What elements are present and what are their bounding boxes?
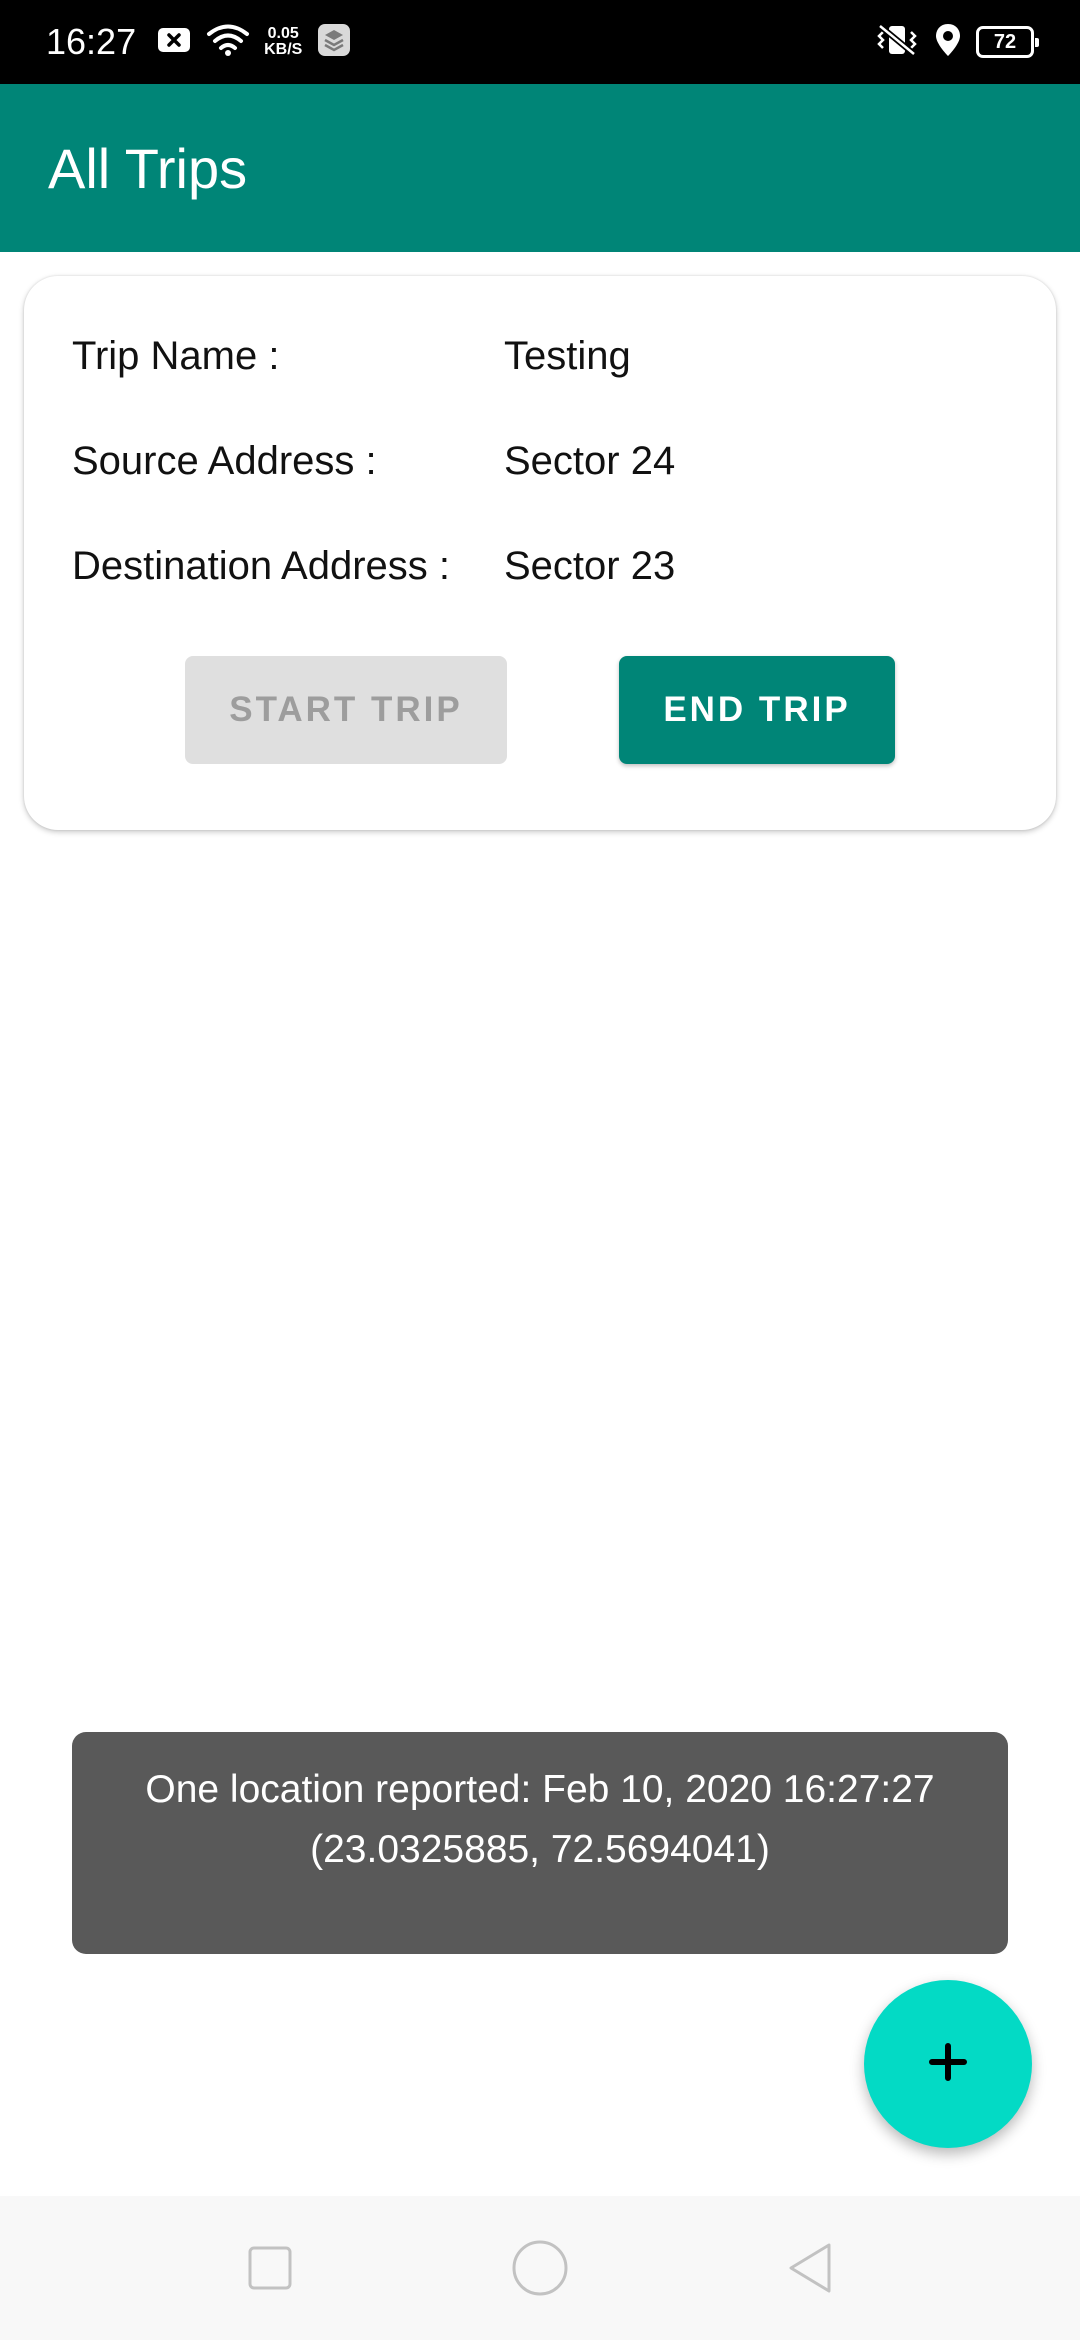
destination-address-label: Destination Address : bbox=[72, 543, 450, 588]
home-icon bbox=[511, 2239, 569, 2302]
location-icon bbox=[934, 22, 962, 63]
destination-address-value: Sector 23 bbox=[504, 543, 676, 588]
app-stack-icon bbox=[316, 22, 352, 63]
trip-name-label: Trip Name : bbox=[72, 333, 280, 378]
app-bar: All Trips bbox=[0, 84, 1080, 252]
toast-line-2: (23.0325885, 72.5694041) bbox=[310, 1828, 770, 1871]
status-bar: 16:27 0.05 KB/S 72 bbox=[0, 0, 1080, 84]
toast-line-1: One location reported: Feb 10, 2020 16:2… bbox=[145, 1768, 935, 1811]
recents-button[interactable] bbox=[240, 2240, 300, 2300]
location-toast: One location reported: Feb 10, 2020 16:2… bbox=[72, 1732, 1008, 1954]
status-left: 16:27 0.05 KB/S bbox=[46, 21, 352, 63]
net-speed-unit: KB/S bbox=[264, 41, 303, 58]
screen: 16:27 0.05 KB/S 72 All Trips Trip Name:… bbox=[0, 0, 1080, 2340]
start-trip-button[interactable]: START TRIP bbox=[185, 656, 507, 764]
recents-icon bbox=[247, 2245, 293, 2296]
net-speed: 0.05 KB/S bbox=[264, 26, 302, 58]
status-right: 72 bbox=[874, 22, 1039, 63]
battery-icon: 72 bbox=[976, 26, 1039, 58]
vibrate-icon bbox=[874, 22, 920, 63]
destination-address-row: Destination Address : Sector 23 bbox=[72, 536, 675, 596]
trip-name-value: Testing bbox=[504, 333, 631, 378]
trip-card: Trip Name : Testing Source Address : Sec… bbox=[24, 276, 1056, 830]
trip-name-row: Trip Name : Testing bbox=[72, 326, 631, 386]
wifi-icon bbox=[206, 23, 250, 62]
source-address-label: Source Address : bbox=[72, 438, 377, 483]
add-trip-button[interactable] bbox=[864, 1980, 1032, 2148]
home-button[interactable] bbox=[510, 2240, 570, 2300]
end-trip-button[interactable]: END TRIP bbox=[619, 656, 895, 764]
back-icon bbox=[785, 2241, 835, 2300]
plus-icon bbox=[926, 2040, 970, 2089]
battery-level: 72 bbox=[993, 30, 1017, 53]
notification-x-icon bbox=[156, 26, 192, 59]
source-address-row: Source Address : Sector 24 bbox=[72, 431, 675, 491]
status-time: 16:27 bbox=[46, 21, 137, 62]
net-speed-value: 0.05 bbox=[267, 25, 299, 42]
navigation-bar bbox=[0, 2196, 1080, 2340]
page-title: All Trips bbox=[48, 136, 248, 200]
back-button[interactable] bbox=[780, 2240, 840, 2300]
source-address-value: Sector 24 bbox=[504, 438, 676, 483]
